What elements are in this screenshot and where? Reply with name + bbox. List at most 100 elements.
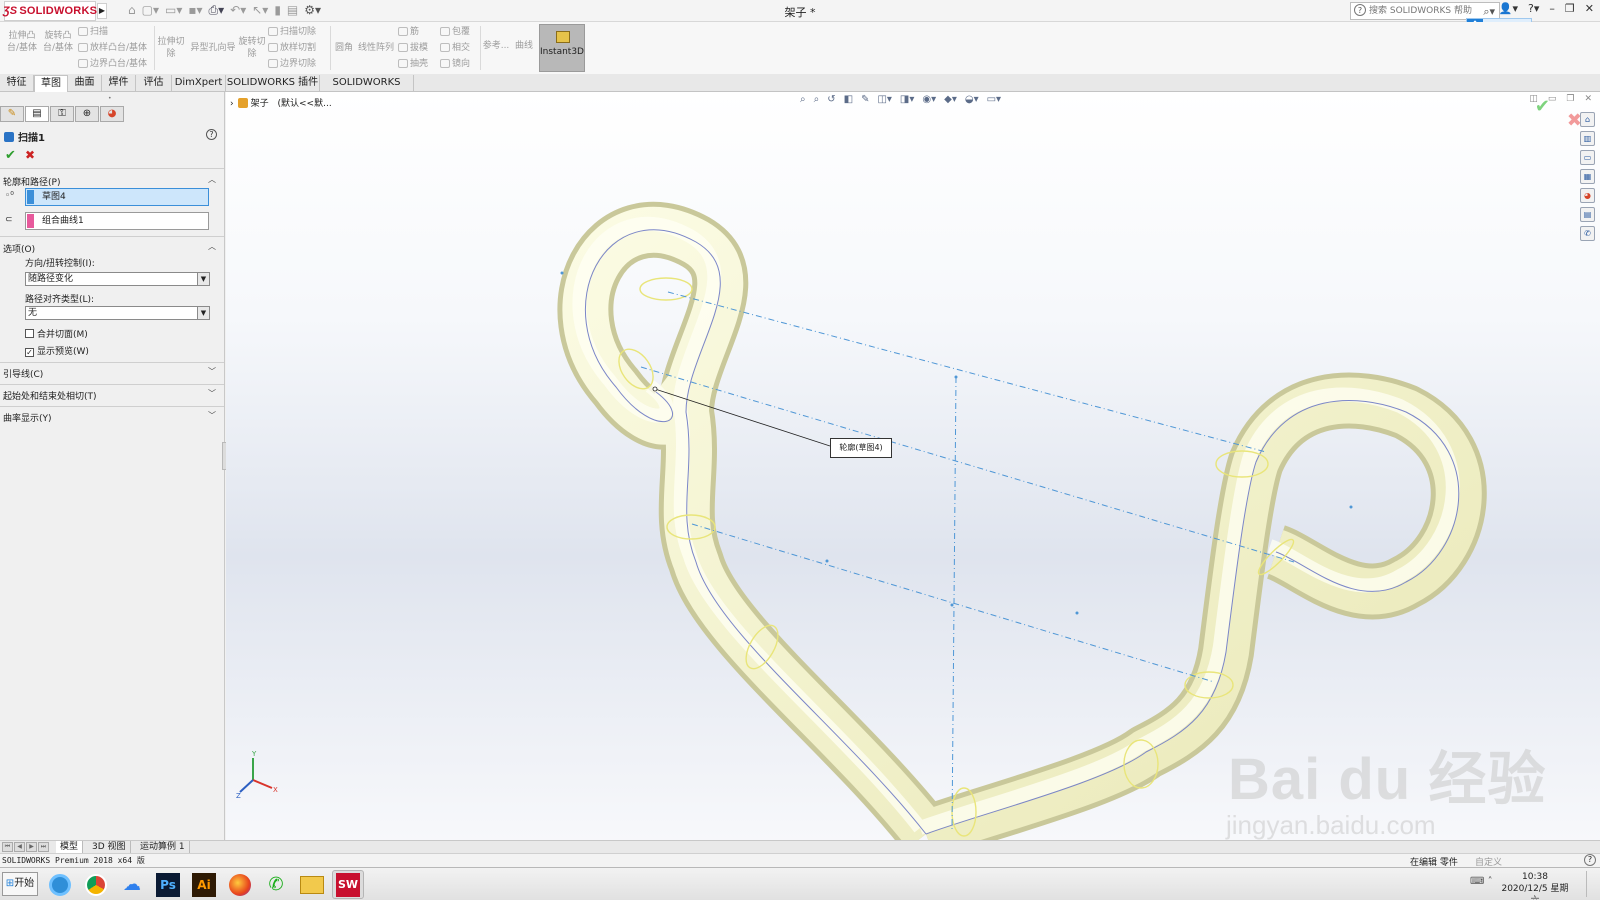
menu-expand-arrow[interactable]: ▶ bbox=[97, 3, 107, 19]
rebuild-icon[interactable]: ▮ bbox=[274, 3, 281, 18]
tab-weldments[interactable]: 焊件 bbox=[102, 75, 136, 92]
dynamic-annotation-icon[interactable]: ✎ bbox=[861, 94, 869, 105]
viewport-restore-icon[interactable]: ❐ bbox=[1566, 94, 1574, 104]
view-settings-icon[interactable]: ▭▾ bbox=[987, 94, 1001, 105]
close-icon[interactable]: ✕ bbox=[1585, 2, 1594, 15]
draft-button[interactable]: 拔模 bbox=[398, 42, 428, 54]
merge-faces-checkbox[interactable]: 合并切面(M) bbox=[25, 327, 88, 340]
view-palette-icon[interactable]: ▦ bbox=[1580, 169, 1595, 184]
cancel-x-icon[interactable]: ✖ bbox=[25, 148, 35, 162]
profile-path-group-title[interactable]: 轮廓和路径(P) bbox=[3, 175, 60, 188]
tab-evaluate[interactable]: 评估 bbox=[136, 75, 172, 92]
options-group-title[interactable]: 选项(O) bbox=[3, 242, 35, 255]
display-manager-tab-icon[interactable]: ◕ bbox=[100, 106, 124, 122]
next-tab-icon[interactable]: ▶ bbox=[26, 842, 37, 852]
orientation-select[interactable]: 随路径变化 ▼ bbox=[25, 272, 210, 286]
swept-cut-button[interactable]: 扫描切除 bbox=[268, 26, 316, 38]
tab-sketch[interactable]: 草图 bbox=[34, 75, 68, 92]
prev-tab-icon[interactable]: ◀ bbox=[14, 842, 25, 852]
hide-show-items-icon[interactable]: ◉▾ bbox=[922, 94, 936, 105]
revolve-boss-button[interactable]: 旋转凸 台/基体 bbox=[40, 30, 76, 54]
path-selection-box[interactable]: 组合曲线1 bbox=[25, 212, 209, 230]
apply-scene-icon[interactable]: ◒▾ bbox=[965, 94, 979, 105]
appearances-icon[interactable]: ◕ bbox=[1580, 188, 1595, 203]
wechat-icon[interactable]: ✆ bbox=[260, 870, 292, 899]
custom-properties-icon[interactable]: ▤ bbox=[1580, 207, 1595, 222]
curves-button[interactable]: 曲线 bbox=[512, 40, 536, 52]
save-icon[interactable]: ▪▾ bbox=[188, 3, 202, 18]
tangency-group-title[interactable]: 起始处和结束处相切(T) bbox=[3, 389, 97, 402]
sweep-button[interactable]: 扫描 bbox=[78, 26, 108, 38]
first-tab-icon[interactable]: ⏮ bbox=[2, 842, 13, 852]
browser-360-icon[interactable] bbox=[44, 870, 76, 899]
taskbar-clock[interactable]: 10:38 2020/12/5 星期六 bbox=[1500, 871, 1570, 900]
shell-button[interactable]: 抽壳 bbox=[398, 58, 428, 70]
boundary-cut-button[interactable]: 边界切除 bbox=[268, 58, 316, 70]
revolve-cut-button[interactable]: 旋转切 除 bbox=[238, 36, 266, 60]
undo-icon[interactable]: ↶▾ bbox=[230, 3, 246, 18]
show-desktop-button[interactable] bbox=[1586, 871, 1598, 897]
forum-icon[interactable]: ✆ bbox=[1580, 226, 1595, 241]
file-properties-icon[interactable]: ▤ bbox=[287, 3, 298, 18]
tab-dimxpert[interactable]: DimXpert bbox=[172, 75, 226, 92]
linear-pattern-button[interactable]: 线性阵列 bbox=[356, 42, 396, 54]
tab-features[interactable]: 特征 bbox=[0, 75, 34, 92]
tab-model[interactable]: 模型 bbox=[56, 841, 84, 853]
minimize-icon[interactable]: – bbox=[1549, 2, 1555, 15]
solidworks-taskbar-icon[interactable]: SW bbox=[332, 870, 364, 899]
section-view-icon[interactable]: ◧ bbox=[844, 94, 853, 105]
tab-addins[interactable]: SOLIDWORKS 插件 bbox=[226, 75, 320, 92]
instant3d-button[interactable]: Instant3D bbox=[539, 24, 585, 72]
confirm-ok-icon[interactable]: ✔ bbox=[1535, 96, 1550, 117]
open-icon[interactable]: ▭▾ bbox=[165, 3, 182, 18]
solidworks-logo[interactable]: ƷS SOLIDWORKS bbox=[3, 1, 97, 21]
viewport-close-icon[interactable]: ✕ bbox=[1584, 94, 1592, 104]
restore-icon[interactable]: ❐ bbox=[1565, 2, 1575, 15]
profile-callout[interactable]: 轮廓(草图4) bbox=[830, 438, 892, 458]
tab-surfaces[interactable]: 曲面 bbox=[68, 75, 102, 92]
chevron-down-icon[interactable]: ﹀ bbox=[208, 366, 216, 377]
tray-arrow-icon[interactable]: ˄ bbox=[1488, 876, 1493, 887]
tab-mbd[interactable]: SOLIDWORKS MBD bbox=[320, 75, 414, 104]
baidu-netdisk-icon[interactable]: ☁ bbox=[116, 870, 148, 899]
intersect-button[interactable]: 相交 bbox=[440, 42, 470, 54]
firefox-icon[interactable] bbox=[224, 870, 256, 899]
chevron-up-icon[interactable]: ︿ bbox=[208, 241, 216, 252]
help-icon[interactable]: ?▾ bbox=[1528, 2, 1539, 15]
property-manager-tab-icon[interactable]: ▤ bbox=[25, 106, 49, 122]
previous-view-icon[interactable]: ↺ bbox=[827, 94, 835, 105]
zoom-to-fit-icon[interactable]: ⌕ bbox=[800, 94, 806, 105]
start-button[interactable]: ⊞开始 bbox=[2, 872, 38, 896]
tab-motion-study[interactable]: 运动算例 1 bbox=[136, 841, 190, 853]
lofted-cut-button[interactable]: 放样切割 bbox=[268, 42, 316, 54]
loft-button[interactable]: 放样凸台/基体 bbox=[78, 42, 147, 54]
last-tab-icon[interactable]: ⏭ bbox=[38, 842, 49, 852]
graphics-area[interactable]: Y X Z › 架子 (默认<<默... ⌕ ⌕ ↺ ◧ ✎ ◫▾ ◨▾ ◉▾ ◆… bbox=[226, 92, 1600, 840]
user-icon[interactable]: 👤▾ bbox=[1499, 2, 1518, 15]
solidworks-resources-icon[interactable]: ⌂ bbox=[1580, 112, 1595, 127]
pm-help-icon[interactable]: ? bbox=[206, 129, 217, 140]
path-align-select[interactable]: 无 ▼ bbox=[25, 306, 210, 320]
curvature-display-group-title[interactable]: 曲率显示(Y) bbox=[3, 411, 52, 424]
chevron-down-icon[interactable]: ﹀ bbox=[208, 388, 216, 399]
keyboard-icon[interactable]: ⌨ bbox=[1470, 876, 1484, 887]
display-style-icon[interactable]: ◨▾ bbox=[900, 94, 914, 105]
options-gear-icon[interactable]: ⚙▾ bbox=[304, 3, 321, 18]
configuration-manager-tab-icon[interactable]: ⚿ bbox=[50, 106, 74, 122]
profile-selection-box[interactable]: 草图4 bbox=[25, 188, 209, 206]
chevron-down-icon[interactable]: ﹀ bbox=[208, 410, 216, 421]
file-explorer-icon[interactable]: ▭ bbox=[1580, 150, 1595, 165]
photoshop-icon[interactable]: Ps bbox=[152, 870, 184, 899]
fillet-button[interactable]: 圆角 bbox=[333, 42, 355, 54]
reference-geometry-button[interactable]: 参考... bbox=[482, 40, 510, 52]
home-icon[interactable]: ⌂ bbox=[128, 3, 136, 18]
new-document-icon[interactable]: ▢▾ bbox=[142, 3, 159, 18]
select-icon[interactable]: ↖▾ bbox=[252, 3, 268, 18]
file-explorer-taskbar-icon[interactable] bbox=[296, 870, 328, 899]
design-library-icon[interactable]: ▥ bbox=[1580, 131, 1595, 146]
dimxpert-manager-tab-icon[interactable]: ⊕ bbox=[75, 106, 99, 122]
flyout-feature-tree[interactable]: › 架子 (默认<<默... bbox=[230, 96, 332, 109]
illustrator-icon[interactable]: Ai bbox=[188, 870, 220, 899]
feature-tree-tab-icon[interactable]: ✎ bbox=[0, 106, 24, 122]
boundary-boss-button[interactable]: 边界凸台/基体 bbox=[78, 58, 147, 70]
